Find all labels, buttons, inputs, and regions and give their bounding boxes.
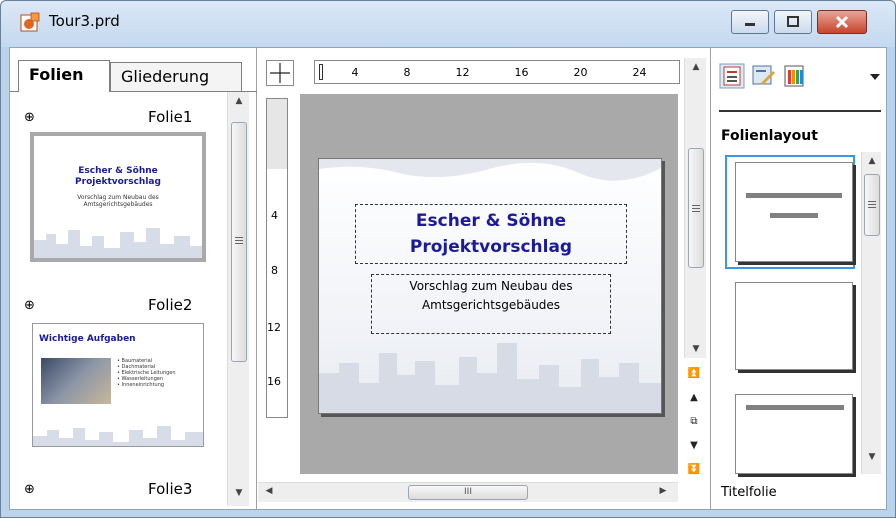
scrollbar-thumb[interactable]: [864, 174, 880, 236]
minimize-icon: [745, 23, 755, 26]
maximize-button[interactable]: [774, 10, 812, 34]
current-slide[interactable]: Escher & Söhne Projektvorschlag Vorschla…: [318, 158, 662, 414]
slide-transition-icon: ⊕: [24, 482, 35, 497]
slide-thumbnail[interactable]: Wichtige Aufgaben • Baumaterial • Dachma…: [32, 323, 204, 447]
ruler-corner[interactable]: [266, 60, 294, 86]
slide-title-line: Projektvorschlag: [409, 237, 573, 257]
close-icon: [835, 15, 849, 29]
scroll-up-arrow-icon[interactable]: ▲: [687, 62, 705, 72]
vertical-ruler[interactable]: 4 8 12 16: [266, 98, 288, 418]
slide-subtitle-line: Vorschlag zum Neubau des: [409, 279, 573, 293]
scroll-left-arrow-icon[interactable]: ◀: [260, 486, 278, 496]
slide-design-icon[interactable]: [751, 63, 777, 89]
ruler-label: 24: [632, 65, 647, 79]
slide-name: Folie1: [148, 108, 193, 126]
slide-canvas[interactable]: Escher & Söhne Projektvorschlag Vorschla…: [300, 94, 678, 474]
subtitle-placeholder[interactable]: Vorschlag zum Neubau des Amtsgerichtsgeb…: [371, 274, 611, 334]
thumb-subtitle-line: Vorschlag zum Neubau des: [77, 194, 159, 201]
slide-transition-icon: ⊕: [24, 298, 35, 313]
thumb-bullet: • Inneneinrichtung: [117, 382, 165, 388]
select-browse-object-icon[interactable]: ⧉: [684, 412, 704, 432]
scroll-right-arrow-icon[interactable]: ▶: [654, 486, 672, 496]
slide-editor: 4 8 12 16 20 24 4 8 12 16 Escher & Söhne…: [258, 48, 710, 509]
slides-pane-scrollbar[interactable]: ▲ ▼: [227, 92, 249, 506]
presentation-app-icon: [20, 12, 40, 32]
task-pane: Folienlayout ▲ ▼ Titelfolie: [710, 48, 886, 509]
slide-thumbnail[interactable]: Escher & Söhne Projektvorschlag Vorschla…: [30, 132, 206, 262]
slide-transition-icon: ⊕: [24, 110, 35, 125]
title-placeholder[interactable]: Escher & Söhne Projektvorschlag: [355, 204, 627, 264]
ruler-label: 8: [403, 65, 411, 79]
skyline-graphic: [33, 426, 203, 446]
maximize-icon: [787, 16, 799, 27]
selected-layout-name: Titelfolie: [721, 485, 777, 500]
cloud-graphic: [319, 159, 661, 181]
scrollbar-thumb[interactable]: [231, 122, 247, 362]
layout-title-only[interactable]: [735, 394, 853, 474]
tab-folien[interactable]: Folien: [18, 60, 110, 92]
scrollbar-thumb[interactable]: III: [408, 485, 528, 500]
previous-slide-top-icon[interactable]: ⏫: [684, 364, 704, 384]
ruler-label: 12: [455, 65, 470, 79]
ruler-label: 12: [267, 321, 281, 334]
ruler-label: 20: [573, 65, 588, 79]
scroll-up-arrow-icon[interactable]: ▲: [230, 96, 248, 106]
crosshair-icon: [270, 63, 290, 83]
task-pane-scrollbar[interactable]: ▲ ▼: [861, 152, 881, 474]
scroll-up-arrow-icon[interactable]: ▲: [863, 156, 881, 166]
previous-slide-icon[interactable]: ▲: [684, 388, 704, 408]
ruler-label: 4: [351, 65, 359, 79]
client-area: Folien Gliederung ⊕ Folie1 Escher & Söhn…: [9, 47, 887, 510]
slide-title-line: Escher & Söhne: [415, 211, 567, 231]
next-slide-bottom-icon[interactable]: ⏬: [684, 460, 704, 480]
editor-vertical-scrollbar[interactable]: ▲ ▼: [684, 58, 706, 358]
horizontal-ruler[interactable]: 4 8 12 16 20 24: [314, 60, 680, 84]
close-button[interactable]: [817, 10, 867, 34]
tab-gliederung[interactable]: Gliederung: [110, 62, 242, 92]
pane-separator: [719, 110, 881, 112]
next-slide-icon[interactable]: ▼: [684, 436, 704, 456]
ruler-label: 16: [267, 375, 281, 388]
layout-title-slide[interactable]: [735, 162, 853, 262]
scroll-down-arrow-icon[interactable]: ▼: [230, 488, 248, 498]
color-scheme-icon[interactable]: [783, 63, 809, 89]
layout-blank-title[interactable]: [735, 282, 853, 370]
dropdown-arrow-icon[interactable]: [869, 72, 881, 82]
ruler-label: 8: [271, 264, 278, 277]
thumb-subtitle-line: Amtsgerichtsgebäudes: [83, 201, 153, 208]
thumb-title-line: Escher & Söhne: [78, 166, 158, 176]
thumb-title-line: Projektvorschlag: [75, 177, 161, 187]
editor-horizontal-scrollbar[interactable]: ◀ III ▶: [258, 482, 678, 502]
title-bar[interactable]: Tour3.prd: [1, 1, 895, 47]
window-title: Tour3.prd: [49, 12, 120, 30]
scrollbar-thumb[interactable]: [688, 148, 704, 268]
application-window: Tour3.prd Folien Gliederung ⊕ Folie1 Esc…: [0, 0, 896, 518]
slides-pane: Folien Gliederung ⊕ Folie1 Escher & Söhn…: [10, 48, 257, 509]
scroll-down-arrow-icon[interactable]: ▼: [863, 452, 881, 462]
task-pane-title: Folienlayout: [721, 128, 818, 144]
slide-layout-icon[interactable]: [719, 63, 745, 89]
slide-subtitle-line: Amtsgerichtsgebäudes: [421, 298, 561, 312]
thumb-photo: [41, 358, 111, 404]
skyline-graphic: [34, 228, 202, 258]
minimize-button[interactable]: [731, 10, 769, 34]
scroll-down-arrow-icon[interactable]: ▼: [687, 344, 705, 354]
ruler-label: 4: [271, 209, 278, 222]
ruler-label: 16: [514, 65, 529, 79]
slide-name: Folie2: [148, 296, 193, 314]
thumb-heading: Wichtige Aufgaben: [39, 334, 136, 344]
slide-name: Folie3: [148, 480, 193, 498]
